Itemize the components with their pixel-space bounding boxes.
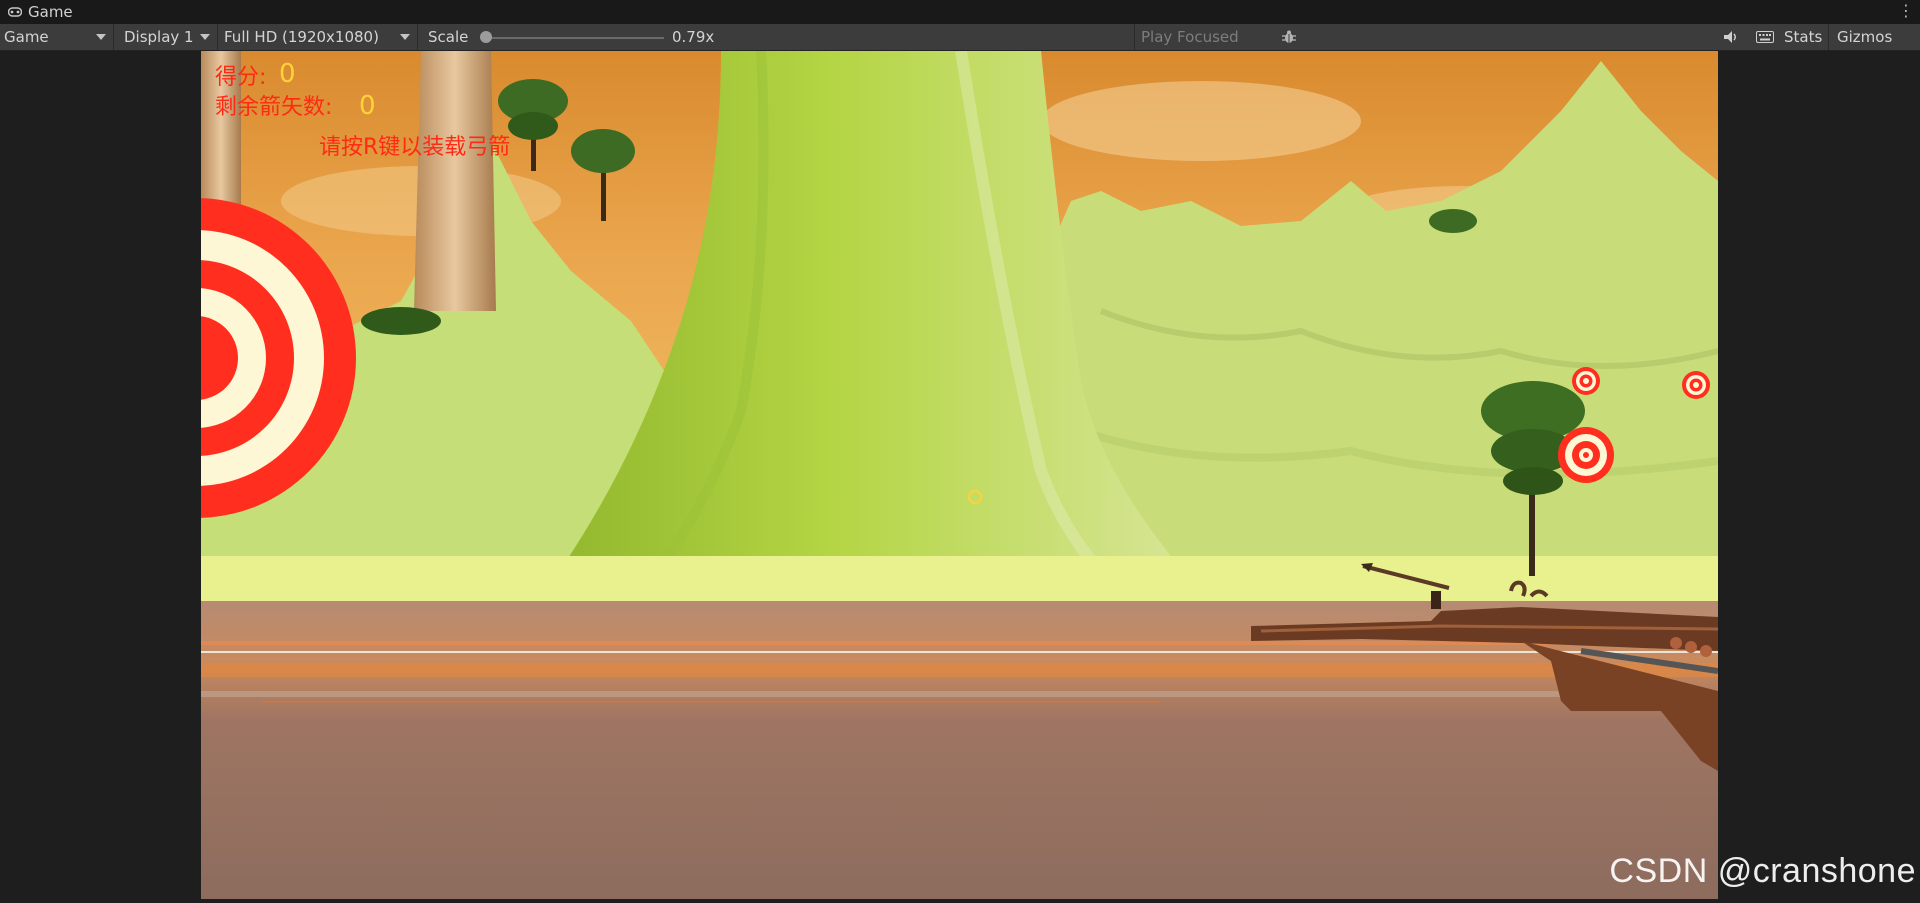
rock-pillar (414, 51, 496, 311)
target-distant (1572, 367, 1600, 395)
display-dropdown[interactable]: Display 1 (118, 24, 218, 50)
game-toolbar: Game Display 1 Full HD (1920x1080) Scale… (0, 24, 1920, 51)
grass-horizon (201, 556, 1718, 606)
speaker-icon[interactable] (1718, 27, 1744, 47)
arrows-remaining-value: 0 (359, 91, 376, 121)
more-options-icon[interactable]: ⋮ (1898, 2, 1914, 20)
ground (201, 601, 1718, 899)
play-mode-value: Play Focused (1141, 28, 1239, 46)
tab-game[interactable]: Game (0, 0, 96, 24)
score-value: 0 (279, 59, 296, 89)
view-mode-value: Game (4, 28, 49, 46)
score-label: 得分: (215, 65, 267, 90)
game-viewport[interactable]: 得分: 0 剩余箭矢数: 0 请按R键以装载弓箭 (201, 51, 1718, 899)
gamepad-icon (7, 3, 23, 21)
target-medium (1558, 427, 1614, 483)
chevron-down-icon (400, 34, 410, 40)
scale-value: 0.79x (672, 28, 715, 46)
resolution-dropdown[interactable]: Full HD (1920x1080) (218, 24, 418, 50)
reload-hint: 请按R键以装载弓箭 (319, 135, 511, 160)
resolution-value: Full HD (1920x1080) (224, 28, 379, 46)
window-tab-bar: Game ⋮ (0, 0, 1920, 25)
game-scene (201, 51, 1718, 899)
chevron-down-icon (96, 34, 106, 40)
stats-button[interactable]: Stats (1784, 24, 1822, 50)
tab-game-label: Game (28, 3, 73, 21)
chevron-down-icon (200, 34, 210, 40)
game-view-area: 得分: 0 剩余箭矢数: 0 请按R键以装载弓箭 CSDN @cranshone (0, 51, 1920, 903)
gizmos-label: Gizmos (1837, 28, 1893, 46)
bug-icon[interactable] (1276, 27, 1302, 47)
scale-slider-thumb[interactable] (479, 31, 492, 43)
scale-slider-track[interactable] (482, 37, 664, 39)
keyboard-icon[interactable] (1752, 27, 1778, 47)
gizmos-dropdown[interactable]: Gizmos (1828, 24, 1920, 50)
display-value: Display 1 (124, 28, 194, 46)
scale-label: Scale (428, 28, 469, 46)
target-distant (1682, 371, 1710, 399)
view-mode-dropdown[interactable]: Game (0, 24, 114, 50)
watermark: CSDN @cranshone (1609, 852, 1916, 890)
arrows-remaining-label: 剩余箭矢数: (215, 95, 333, 120)
play-mode-dropdown[interactable]: Play Focused (1134, 24, 1266, 50)
